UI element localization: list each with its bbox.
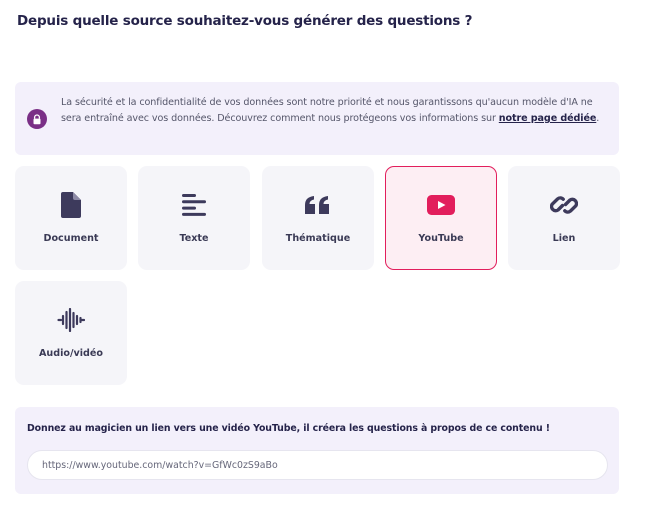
lock-icon	[27, 109, 47, 129]
text-lines-icon	[138, 192, 250, 218]
page-title: Depuis quelle source souhaitez-vous géné…	[17, 13, 473, 29]
source-label: Thématique	[285, 233, 351, 244]
privacy-trailing: .	[596, 113, 600, 124]
source-card-audio-video[interactable]: Audio/vidéo	[15, 281, 127, 385]
youtube-url-input[interactable]	[27, 450, 608, 480]
youtube-url-panel: Donnez au magicien un lien vers une vidé…	[15, 407, 619, 494]
source-label: Texte	[179, 233, 209, 244]
link-icon	[508, 192, 620, 218]
audio-wave-icon	[15, 307, 127, 333]
source-card-document[interactable]: Document	[15, 166, 127, 270]
youtube-prompt: Donnez au magicien un lien vers une vidé…	[27, 423, 550, 434]
quote-icon	[262, 192, 374, 218]
document-icon	[15, 192, 127, 218]
privacy-text: La sécurité et la confidentialité de vos…	[61, 95, 609, 127]
source-label: Document	[43, 233, 99, 244]
source-card-youtube[interactable]: YouTube	[385, 166, 497, 270]
source-card-texte[interactable]: Texte	[138, 166, 250, 270]
privacy-notice: La sécurité et la confidentialité de vos…	[15, 82, 619, 155]
source-card-lien[interactable]: Lien	[508, 166, 620, 270]
privacy-page-link[interactable]: notre page dédiée	[499, 113, 597, 124]
source-label: Lien	[552, 233, 576, 244]
source-label: YouTube	[418, 233, 464, 244]
source-label: Audio/vidéo	[38, 348, 103, 359]
youtube-icon	[386, 192, 496, 218]
source-card-thematique[interactable]: Thématique	[262, 166, 374, 270]
